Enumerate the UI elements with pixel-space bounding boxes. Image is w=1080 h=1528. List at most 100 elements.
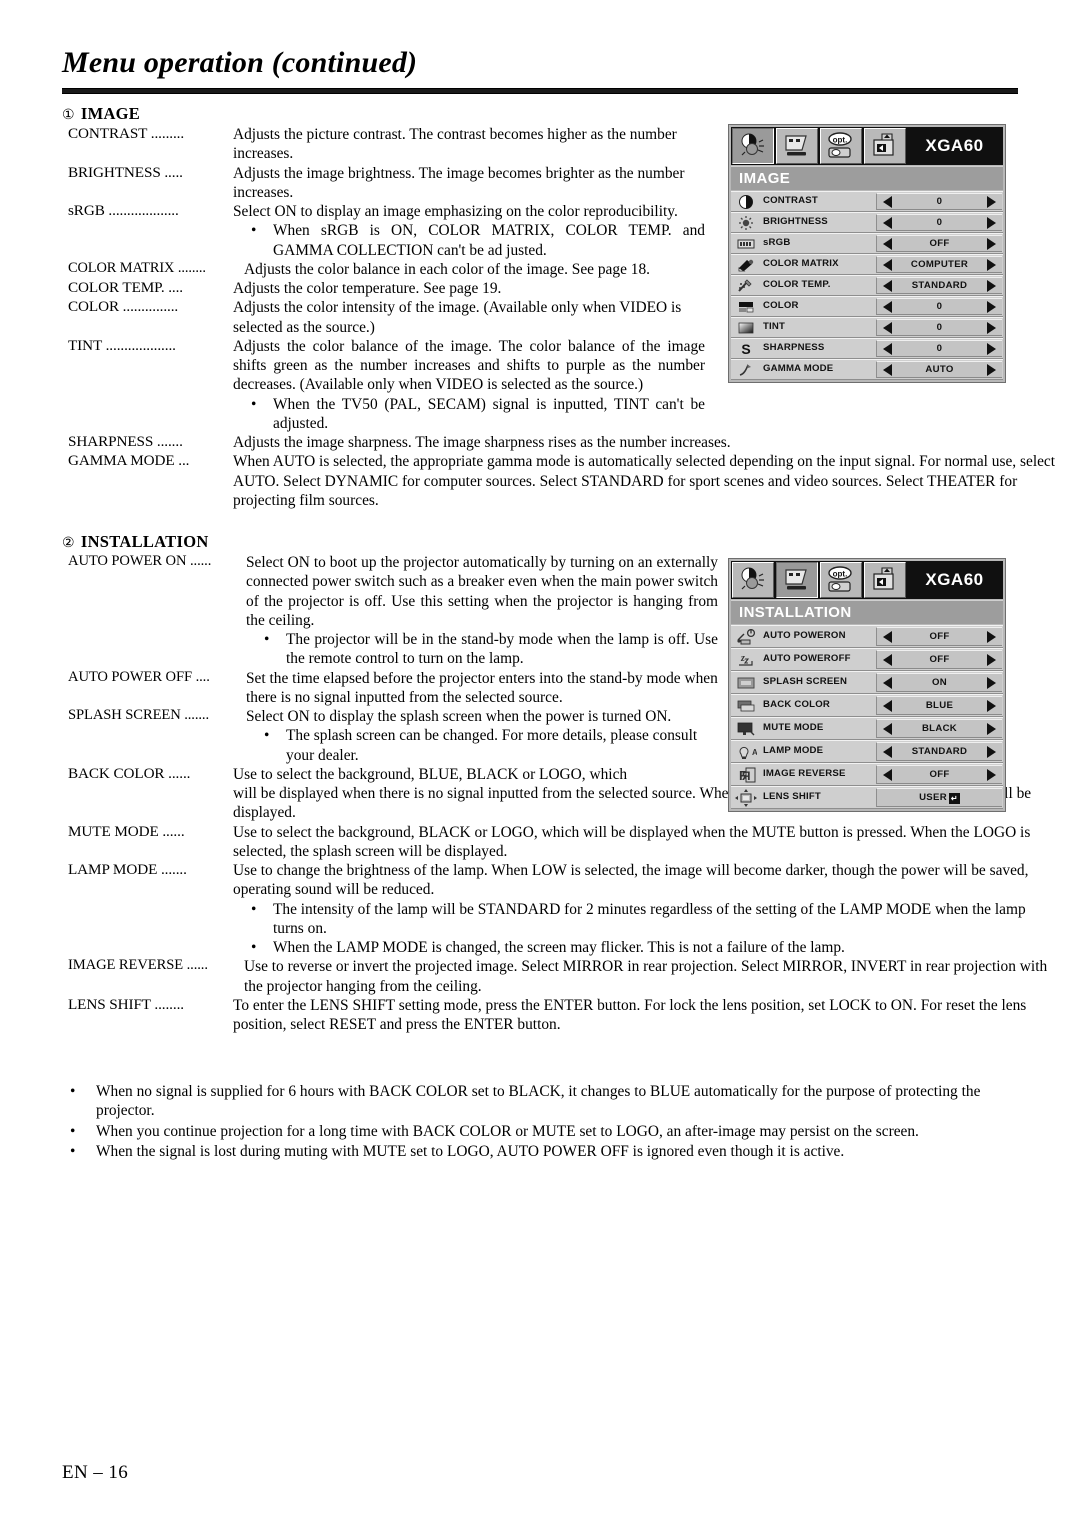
bullet-text: When sRGB is ON, COLOR MATRIX, COLOR TEM… <box>273 222 705 259</box>
decrease-arrow-icon[interactable] <box>883 768 892 781</box>
osd-menu-row[interactable]: COLOR MATRIX COMPUTER <box>731 254 1003 275</box>
decrease-arrow-icon[interactable] <box>883 279 892 292</box>
osd-menu-row[interactable]: z AUTO POWER OFF OFF <box>731 648 1003 671</box>
decrease-arrow-icon[interactable] <box>883 630 892 643</box>
osd-value-control[interactable]: USER ↵ <box>876 788 1002 807</box>
decrease-arrow-icon[interactable] <box>883 676 892 689</box>
osd-value-control[interactable]: 0 <box>876 193 1002 210</box>
image-tab-icon[interactable] <box>732 128 774 164</box>
osd-menu-row[interactable]: BACK COLOR BLUE <box>731 694 1003 717</box>
osd-menu-row[interactable]: TINT 0 <box>731 317 1003 338</box>
bullet-text: When the TV50 (PAL, SECAM) signal is inp… <box>273 395 705 432</box>
osd-value-control[interactable]: ON <box>876 673 1002 692</box>
osd-value-control[interactable]: STANDARD <box>876 277 1002 294</box>
increase-arrow-icon[interactable] <box>987 321 996 334</box>
definition-term: GAMMA MODE ... <box>68 452 190 470</box>
osd-menu-row[interactable]: SPLASH SCREEN ON <box>731 671 1003 694</box>
osd-value-control[interactable]: OFF <box>876 627 1002 646</box>
osd-value-control[interactable]: 0 <box>876 214 1002 231</box>
decrease-arrow-icon[interactable] <box>883 195 892 208</box>
definition-text: Use to select the background, BLACK or L… <box>233 823 1031 860</box>
auto-power-off-icon: z <box>731 649 761 670</box>
osd-value-control[interactable]: OFF <box>876 650 1002 669</box>
osd-value-control[interactable]: OFF <box>876 765 1002 784</box>
decrease-arrow-icon[interactable] <box>883 699 892 712</box>
bullet-dot-icon: • <box>70 1083 76 1100</box>
osd-value-control[interactable]: COMPUTER <box>876 256 1002 273</box>
option-tab-icon[interactable]: opt. <box>820 128 862 164</box>
color-icon <box>731 297 761 316</box>
definition-text: Adjusts the color balance of the image. … <box>233 337 705 394</box>
decrease-arrow-icon[interactable] <box>883 216 892 229</box>
osd-menu-row[interactable]: sRGB OFF <box>731 233 1003 254</box>
osd-menu-row[interactable]: S SHARPNESS 0 <box>731 338 1003 359</box>
osd-value-control[interactable]: 0 <box>876 298 1002 315</box>
osd-menu-row[interactable]: A LAMP MODE STANDARD <box>731 740 1003 763</box>
image-tab-icon[interactable] <box>732 562 774 598</box>
signal-tab-icon[interactable] <box>864 128 906 164</box>
increase-arrow-icon[interactable] <box>987 342 996 355</box>
osd-menu-row[interactable]: COLOR 0 <box>731 296 1003 317</box>
increase-arrow-icon[interactable] <box>987 258 996 271</box>
osd-menu-row[interactable]: LENS SHIFT USER ↵ <box>731 786 1003 809</box>
osd-value-control[interactable]: STANDARD <box>876 742 1002 761</box>
option-tab-icon[interactable]: opt. <box>820 562 862 598</box>
osd-menu-row[interactable]: AUTO POWER ON OFF <box>731 625 1003 648</box>
decrease-arrow-icon[interactable] <box>883 258 892 271</box>
screen-tab-icon[interactable] <box>776 128 818 164</box>
definition-term: LAMP MODE ....... <box>68 861 187 878</box>
osd-signal-label: XGA60 <box>925 570 984 589</box>
osd-value-control[interactable]: OFF <box>876 235 1002 252</box>
signal-tab-icon[interactable] <box>864 562 906 598</box>
decrease-arrow-icon[interactable] <box>883 653 892 666</box>
osd-menu-row[interactable]: R R IMAGE REVERSE OFF <box>731 763 1003 786</box>
page-title: Menu operation (continued) <box>62 46 418 79</box>
bullet-text: When the LAMP MODE is changed, the scree… <box>273 939 845 956</box>
footnote-item: • When no signal is supplied for 6 hours … <box>70 1082 1020 1121</box>
decrease-arrow-icon[interactable] <box>883 722 892 735</box>
lamp-mode-icon: A <box>731 741 761 762</box>
increase-arrow-icon[interactable] <box>987 768 996 781</box>
increase-arrow-icon[interactable] <box>987 676 996 689</box>
screen-tab-icon[interactable] <box>776 562 818 598</box>
increase-arrow-icon[interactable] <box>987 722 996 735</box>
osd-menu-row[interactable]: COLOR TEMP. STANDARD <box>731 275 1003 296</box>
osd-installation-menu[interactable]: opt. XGA60 INSTALLATION AUTO POWER ON OFF z… <box>728 558 1006 812</box>
brightness-icon <box>731 213 761 232</box>
osd-value-text: OFF <box>929 769 950 780</box>
osd-value-text: BLACK <box>921 723 958 734</box>
osd-value-text: 0 <box>936 322 943 333</box>
definition-description: Select ON to display an image emphasizin… <box>233 202 725 260</box>
osd-menu-row[interactable]: CONTRAST 0 <box>731 191 1003 212</box>
osd-value-control[interactable]: BLACK <box>876 719 1002 738</box>
osd-row-label-line2: ON <box>830 630 846 642</box>
increase-arrow-icon[interactable] <box>987 745 996 758</box>
increase-arrow-icon[interactable] <box>987 300 996 313</box>
increase-arrow-icon[interactable] <box>987 216 996 229</box>
osd-menu-row[interactable]: GAMMA MODE AUTO <box>731 359 1003 380</box>
osd-row-label-line1: LAMP MODE <box>763 745 824 757</box>
definition-description: Select ON to display the splash screen w… <box>246 707 738 765</box>
decrease-arrow-icon[interactable] <box>883 745 892 758</box>
increase-arrow-icon[interactable] <box>987 630 996 643</box>
osd-value-control[interactable]: AUTO <box>876 361 1002 378</box>
increase-arrow-icon[interactable] <box>987 699 996 712</box>
osd-row-list: AUTO POWER ON OFF z AUTO POWER OFF OFF SPLASH S… <box>731 625 1003 809</box>
osd-menu-row[interactable]: BRIGHTNESS 0 <box>731 212 1003 233</box>
osd-value-text: ON <box>932 677 947 688</box>
decrease-arrow-icon[interactable] <box>883 321 892 334</box>
increase-arrow-icon[interactable] <box>987 653 996 666</box>
increase-arrow-icon[interactable] <box>987 279 996 292</box>
osd-value-control[interactable]: 0 <box>876 340 1002 357</box>
decrease-arrow-icon[interactable] <box>883 363 892 376</box>
increase-arrow-icon[interactable] <box>987 363 996 376</box>
decrease-arrow-icon[interactable] <box>883 300 892 313</box>
decrease-arrow-icon[interactable] <box>883 342 892 355</box>
increase-arrow-icon[interactable] <box>987 237 996 250</box>
increase-arrow-icon[interactable] <box>987 195 996 208</box>
osd-menu-row[interactable]: MUTE MODE BLACK <box>731 717 1003 740</box>
osd-value-control[interactable]: BLUE <box>876 696 1002 715</box>
osd-value-control[interactable]: 0 <box>876 319 1002 336</box>
osd-image-menu[interactable]: opt. XGA60 IMAGE CONTRAST 0 BRIGHTNESS 0 sRG… <box>728 124 1006 383</box>
decrease-arrow-icon[interactable] <box>883 237 892 250</box>
